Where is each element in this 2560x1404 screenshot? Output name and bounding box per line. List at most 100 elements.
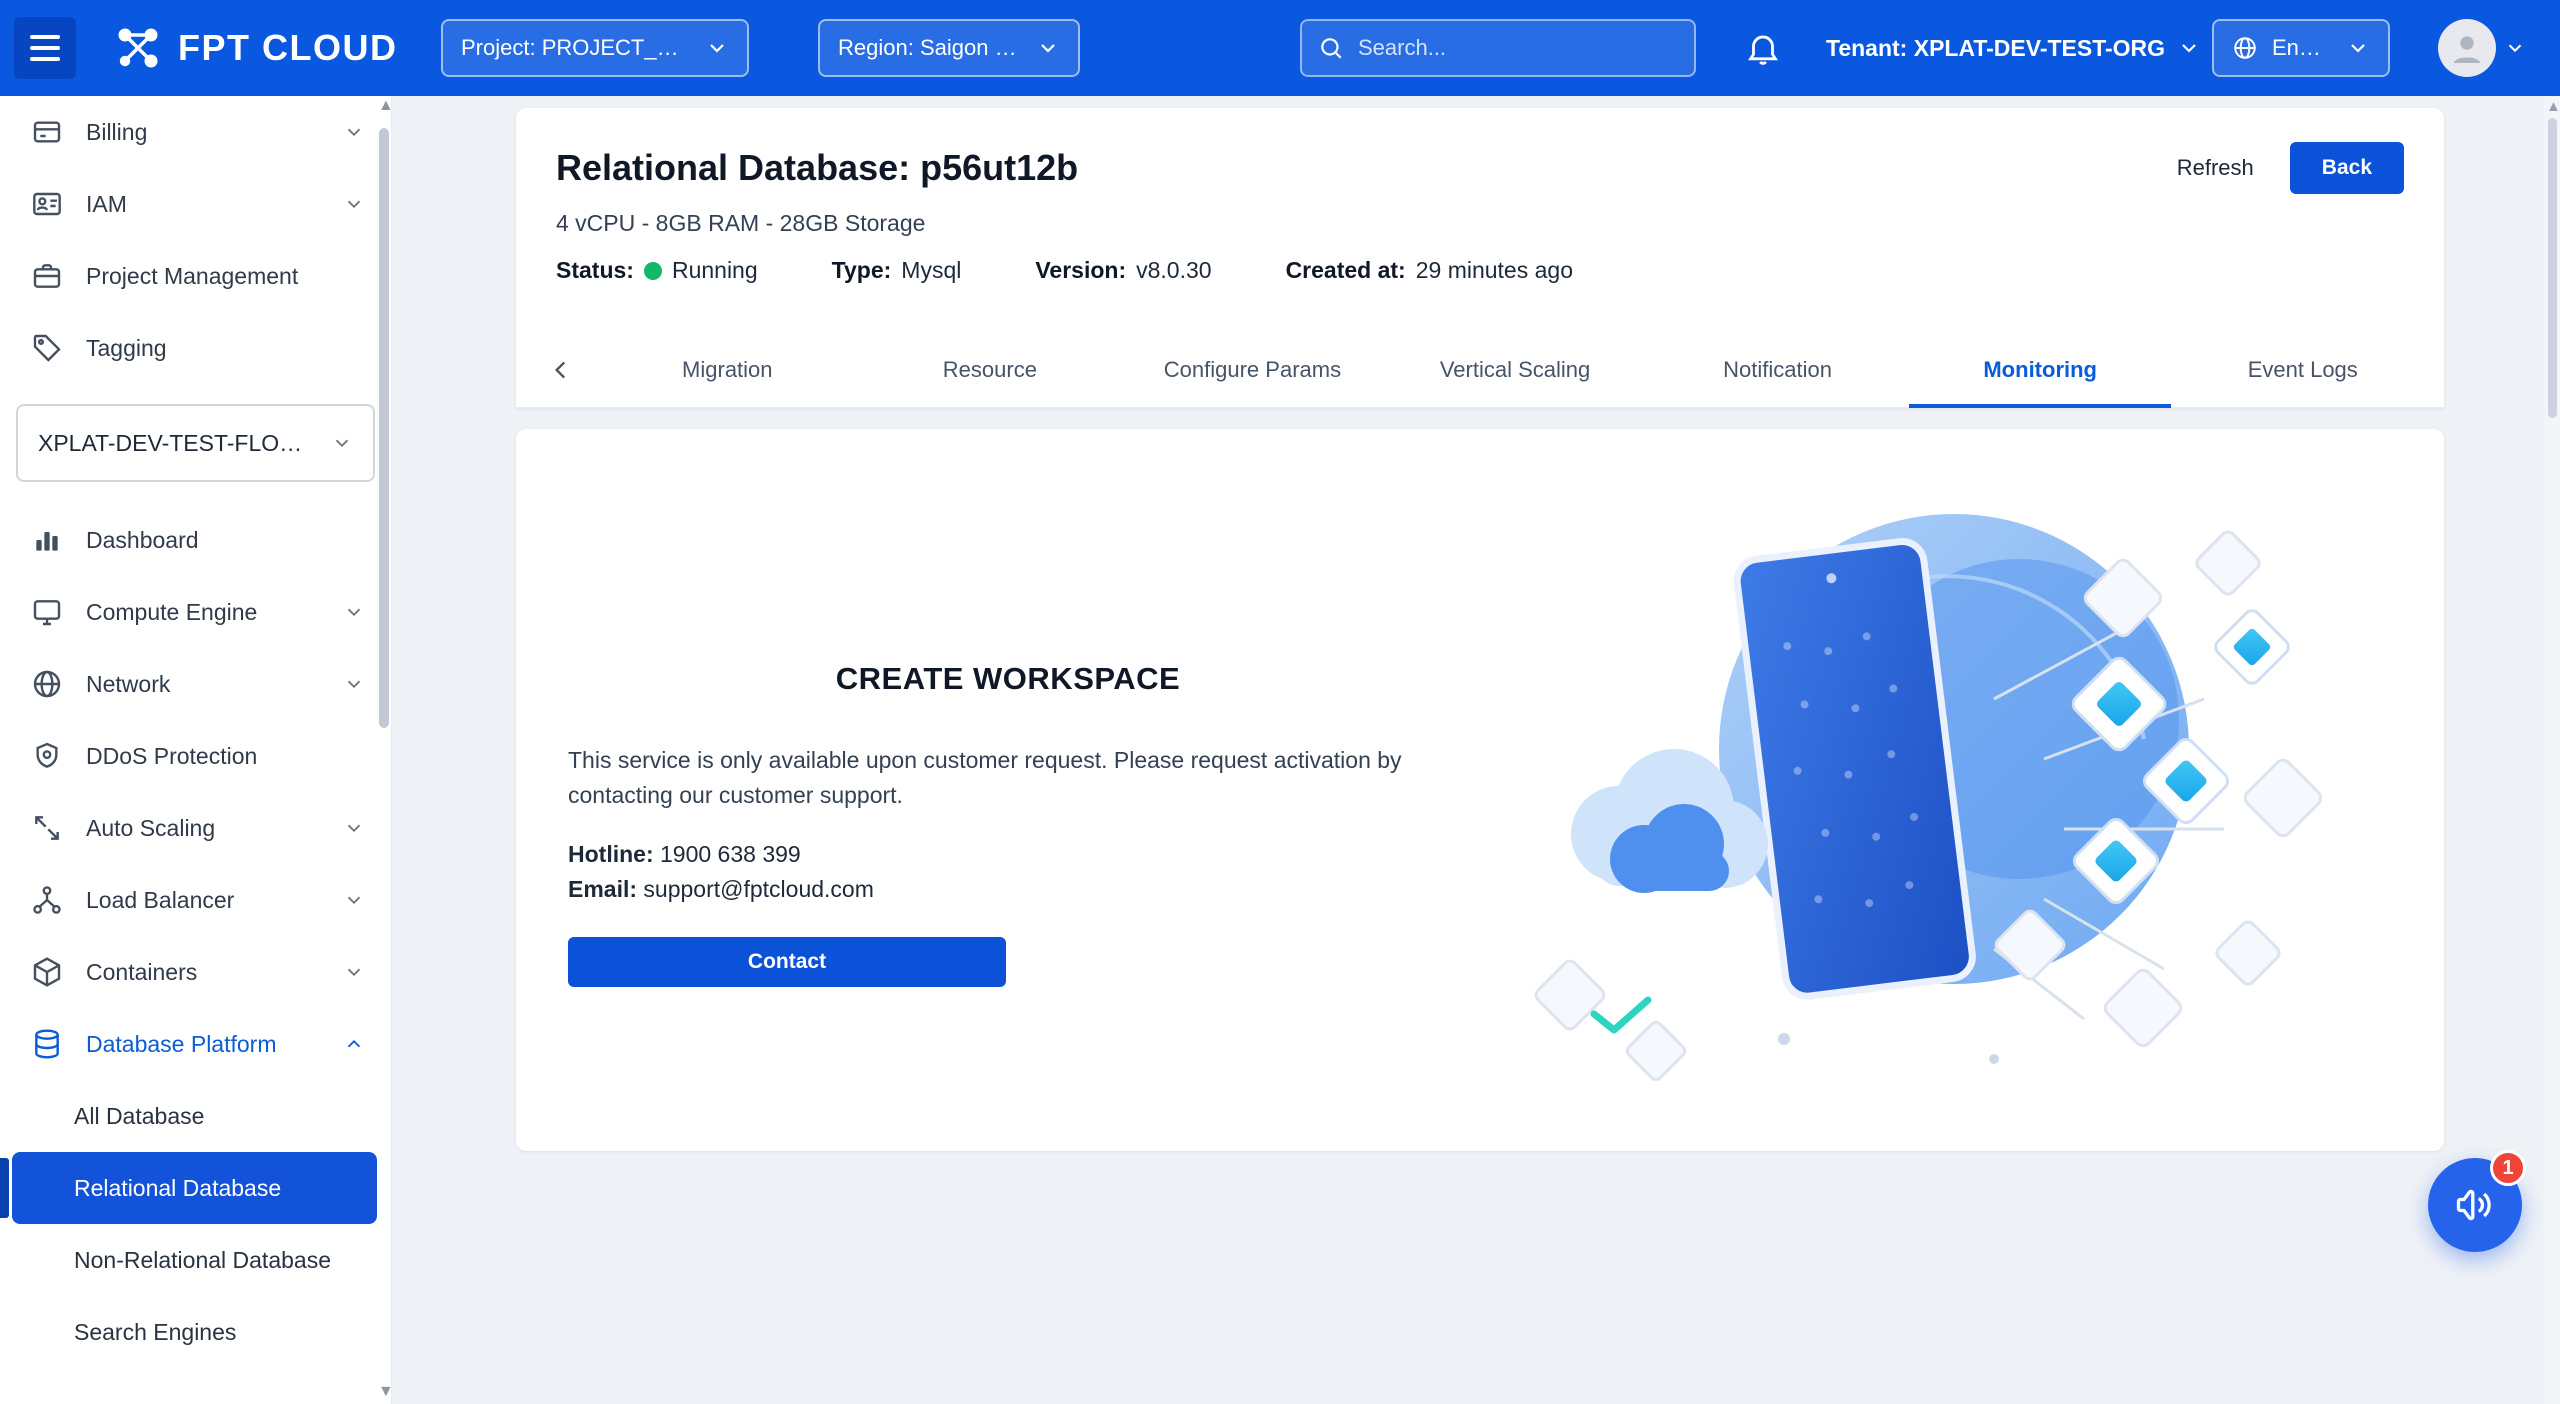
scroll-down-arrow[interactable]: ▼ — [378, 1384, 394, 1400]
sidebar-item-label: Network — [86, 671, 321, 698]
avatar — [2438, 19, 2496, 77]
chevron-down-icon — [343, 193, 365, 215]
network-icon — [30, 668, 64, 700]
cloud-illustration — [1524, 499, 2334, 1109]
sidebar-item-dashboard[interactable]: Dashboard — [0, 504, 391, 576]
type-field: Type: Mysql — [832, 257, 962, 284]
project-select[interactable]: Project: PROJECT_XPL... — [441, 19, 749, 77]
sidebar-item-database-platform[interactable]: Database Platform — [0, 1008, 391, 1080]
chevron-down-icon — [343, 961, 365, 983]
sidebar-item-label: Auto Scaling — [86, 815, 321, 842]
created-label: Created at: — [1286, 257, 1406, 284]
iam-icon — [30, 188, 64, 220]
announcements-fab[interactable]: 1 — [2428, 1158, 2522, 1252]
version-value: v8.0.30 — [1136, 257, 1211, 284]
sidebar-item-ddos-protection[interactable]: DDoS Protection — [0, 720, 391, 792]
back-button[interactable]: Back — [2290, 142, 2404, 194]
monitoring-panel: CREATE WORKSPACE This service is only av… — [516, 429, 2444, 1151]
globe-icon — [2232, 35, 2258, 61]
sidebar-item-network[interactable]: Network — [0, 648, 391, 720]
sidebar-subitem-search-engines[interactable]: Search Engines — [12, 1296, 377, 1368]
chevron-up-icon — [343, 1033, 365, 1055]
megaphone-icon — [2453, 1183, 2497, 1227]
workspace-select[interactable]: XPLAT-DEV-TEST-FLOOR5-... — [16, 404, 375, 482]
type-label: Type: — [832, 257, 892, 284]
top-navbar: FPT CLOUD Project: PROJECT_XPL... Region… — [0, 0, 2560, 96]
tag-icon — [30, 332, 64, 364]
sidebar-subitem-label: Relational Database — [74, 1175, 281, 1202]
sidebar-item-label: Database Platform — [86, 1031, 321, 1058]
email-label: Email: — [568, 876, 637, 902]
status-label: Status: — [556, 257, 634, 284]
search-input[interactable] — [1356, 34, 1678, 62]
create-workspace-description: This service is only available upon cust… — [568, 743, 1448, 813]
tab-configure-params[interactable]: Configure Params — [1121, 332, 1384, 407]
sidebar-subitem-label: Search Engines — [74, 1319, 236, 1346]
sidebar-item-label: Tagging — [86, 335, 365, 362]
detail-tabs: Migration Resource Configure Params Vert… — [516, 332, 2444, 408]
email-line: Email: support@fptcloud.com — [568, 872, 1448, 907]
status-row: Status: Running Type: Mysql Version: v8.… — [556, 257, 2404, 284]
sidebar-subitem-non-relational-database[interactable]: Non-Relational Database — [12, 1224, 377, 1296]
search-icon — [1318, 35, 1344, 61]
load-balancer-icon — [30, 884, 64, 916]
instance-specs: 4 vCPU - 8GB RAM - 28GB Storage — [556, 210, 2404, 237]
language-select[interactable]: English — [2212, 19, 2390, 77]
status-running-dot — [644, 262, 662, 280]
hamburger-menu-button[interactable] — [14, 17, 76, 79]
user-menu[interactable] — [2438, 0, 2526, 96]
tab-resource[interactable]: Resource — [859, 332, 1122, 407]
chevron-down-icon — [2177, 36, 2201, 60]
sidebar-scrollbar[interactable]: ▲ ▼ — [379, 110, 389, 1390]
scrollbar-thumb[interactable] — [2548, 118, 2557, 418]
tab-event-logs[interactable]: Event Logs — [2171, 332, 2434, 407]
tab-notification[interactable]: Notification — [1646, 332, 1909, 407]
hotline-value: 1900 638 399 — [660, 841, 801, 867]
chevron-down-icon — [2504, 37, 2526, 59]
sidebar-subitem-all-database[interactable]: All Database — [12, 1080, 377, 1152]
sidebar-item-iam[interactable]: IAM — [0, 168, 391, 240]
sidebar-subitem-label: All Database — [74, 1103, 204, 1130]
chevron-down-icon — [343, 673, 365, 695]
sidebar-item-label: Containers — [86, 959, 321, 986]
brand-logo[interactable]: FPT CLOUD — [112, 0, 397, 96]
page-scrollbar[interactable]: ▲ — [2544, 96, 2560, 1404]
sidebar-subitem-label: Non-Relational Database — [74, 1247, 331, 1274]
sidebar-item-tagging[interactable]: Tagging — [0, 312, 391, 384]
sidebar-item-auto-scaling[interactable]: Auto Scaling — [0, 792, 391, 864]
fpt-cloud-logo-icon — [112, 22, 164, 74]
tab-migration[interactable]: Migration — [596, 332, 859, 407]
scroll-up-arrow[interactable]: ▲ — [378, 98, 394, 114]
sidebar-item-billing[interactable]: Billing — [0, 96, 391, 168]
region-select[interactable]: Region: Saigon (Vietn... — [818, 19, 1080, 77]
sidebar-item-load-balancer[interactable]: Load Balancer — [0, 864, 391, 936]
created-value: 29 minutes ago — [1416, 257, 1573, 284]
refresh-button[interactable]: Refresh — [2177, 155, 2254, 181]
sidebar-item-compute-engine[interactable]: Compute Engine — [0, 576, 391, 648]
chevron-down-icon — [331, 432, 353, 454]
project-select-value: Project: PROJECT_XPL... — [461, 35, 691, 61]
active-indicator — [0, 1158, 9, 1218]
tabs-scroll-left-icon[interactable] — [526, 332, 596, 407]
version-label: Version: — [1035, 257, 1126, 284]
database-icon — [30, 1028, 64, 1060]
sidebar-item-label: IAM — [86, 191, 321, 218]
sidebar: Billing IAM Project Management Tagging X… — [0, 96, 392, 1404]
tab-monitoring[interactable]: Monitoring — [1909, 332, 2172, 407]
scroll-up-arrow[interactable]: ▲ — [2546, 98, 2560, 115]
notifications-bell-icon[interactable] — [1744, 29, 1782, 72]
scrollbar-thumb[interactable] — [379, 128, 389, 728]
detail-header-card: Relational Database: p56ut12b Refresh Ba… — [516, 108, 2444, 408]
contact-button[interactable]: Contact — [568, 937, 1006, 987]
type-value: Mysql — [901, 257, 961, 284]
tab-vertical-scaling[interactable]: Vertical Scaling — [1384, 332, 1647, 407]
chevron-down-icon — [343, 601, 365, 623]
sidebar-item-containers[interactable]: Containers — [0, 936, 391, 1008]
compute-engine-icon — [30, 596, 64, 628]
tenant-select[interactable]: Tenant: XPLAT-DEV-TEST-ORG — [1826, 0, 2201, 96]
sidebar-item-project-management[interactable]: Project Management — [0, 240, 391, 312]
page-title: Relational Database: p56ut12b — [556, 147, 2177, 189]
chevron-down-icon — [343, 889, 365, 911]
sidebar-subitem-relational-database[interactable]: Relational Database — [12, 1152, 377, 1224]
hotline-line: Hotline: 1900 638 399 — [568, 837, 1448, 872]
